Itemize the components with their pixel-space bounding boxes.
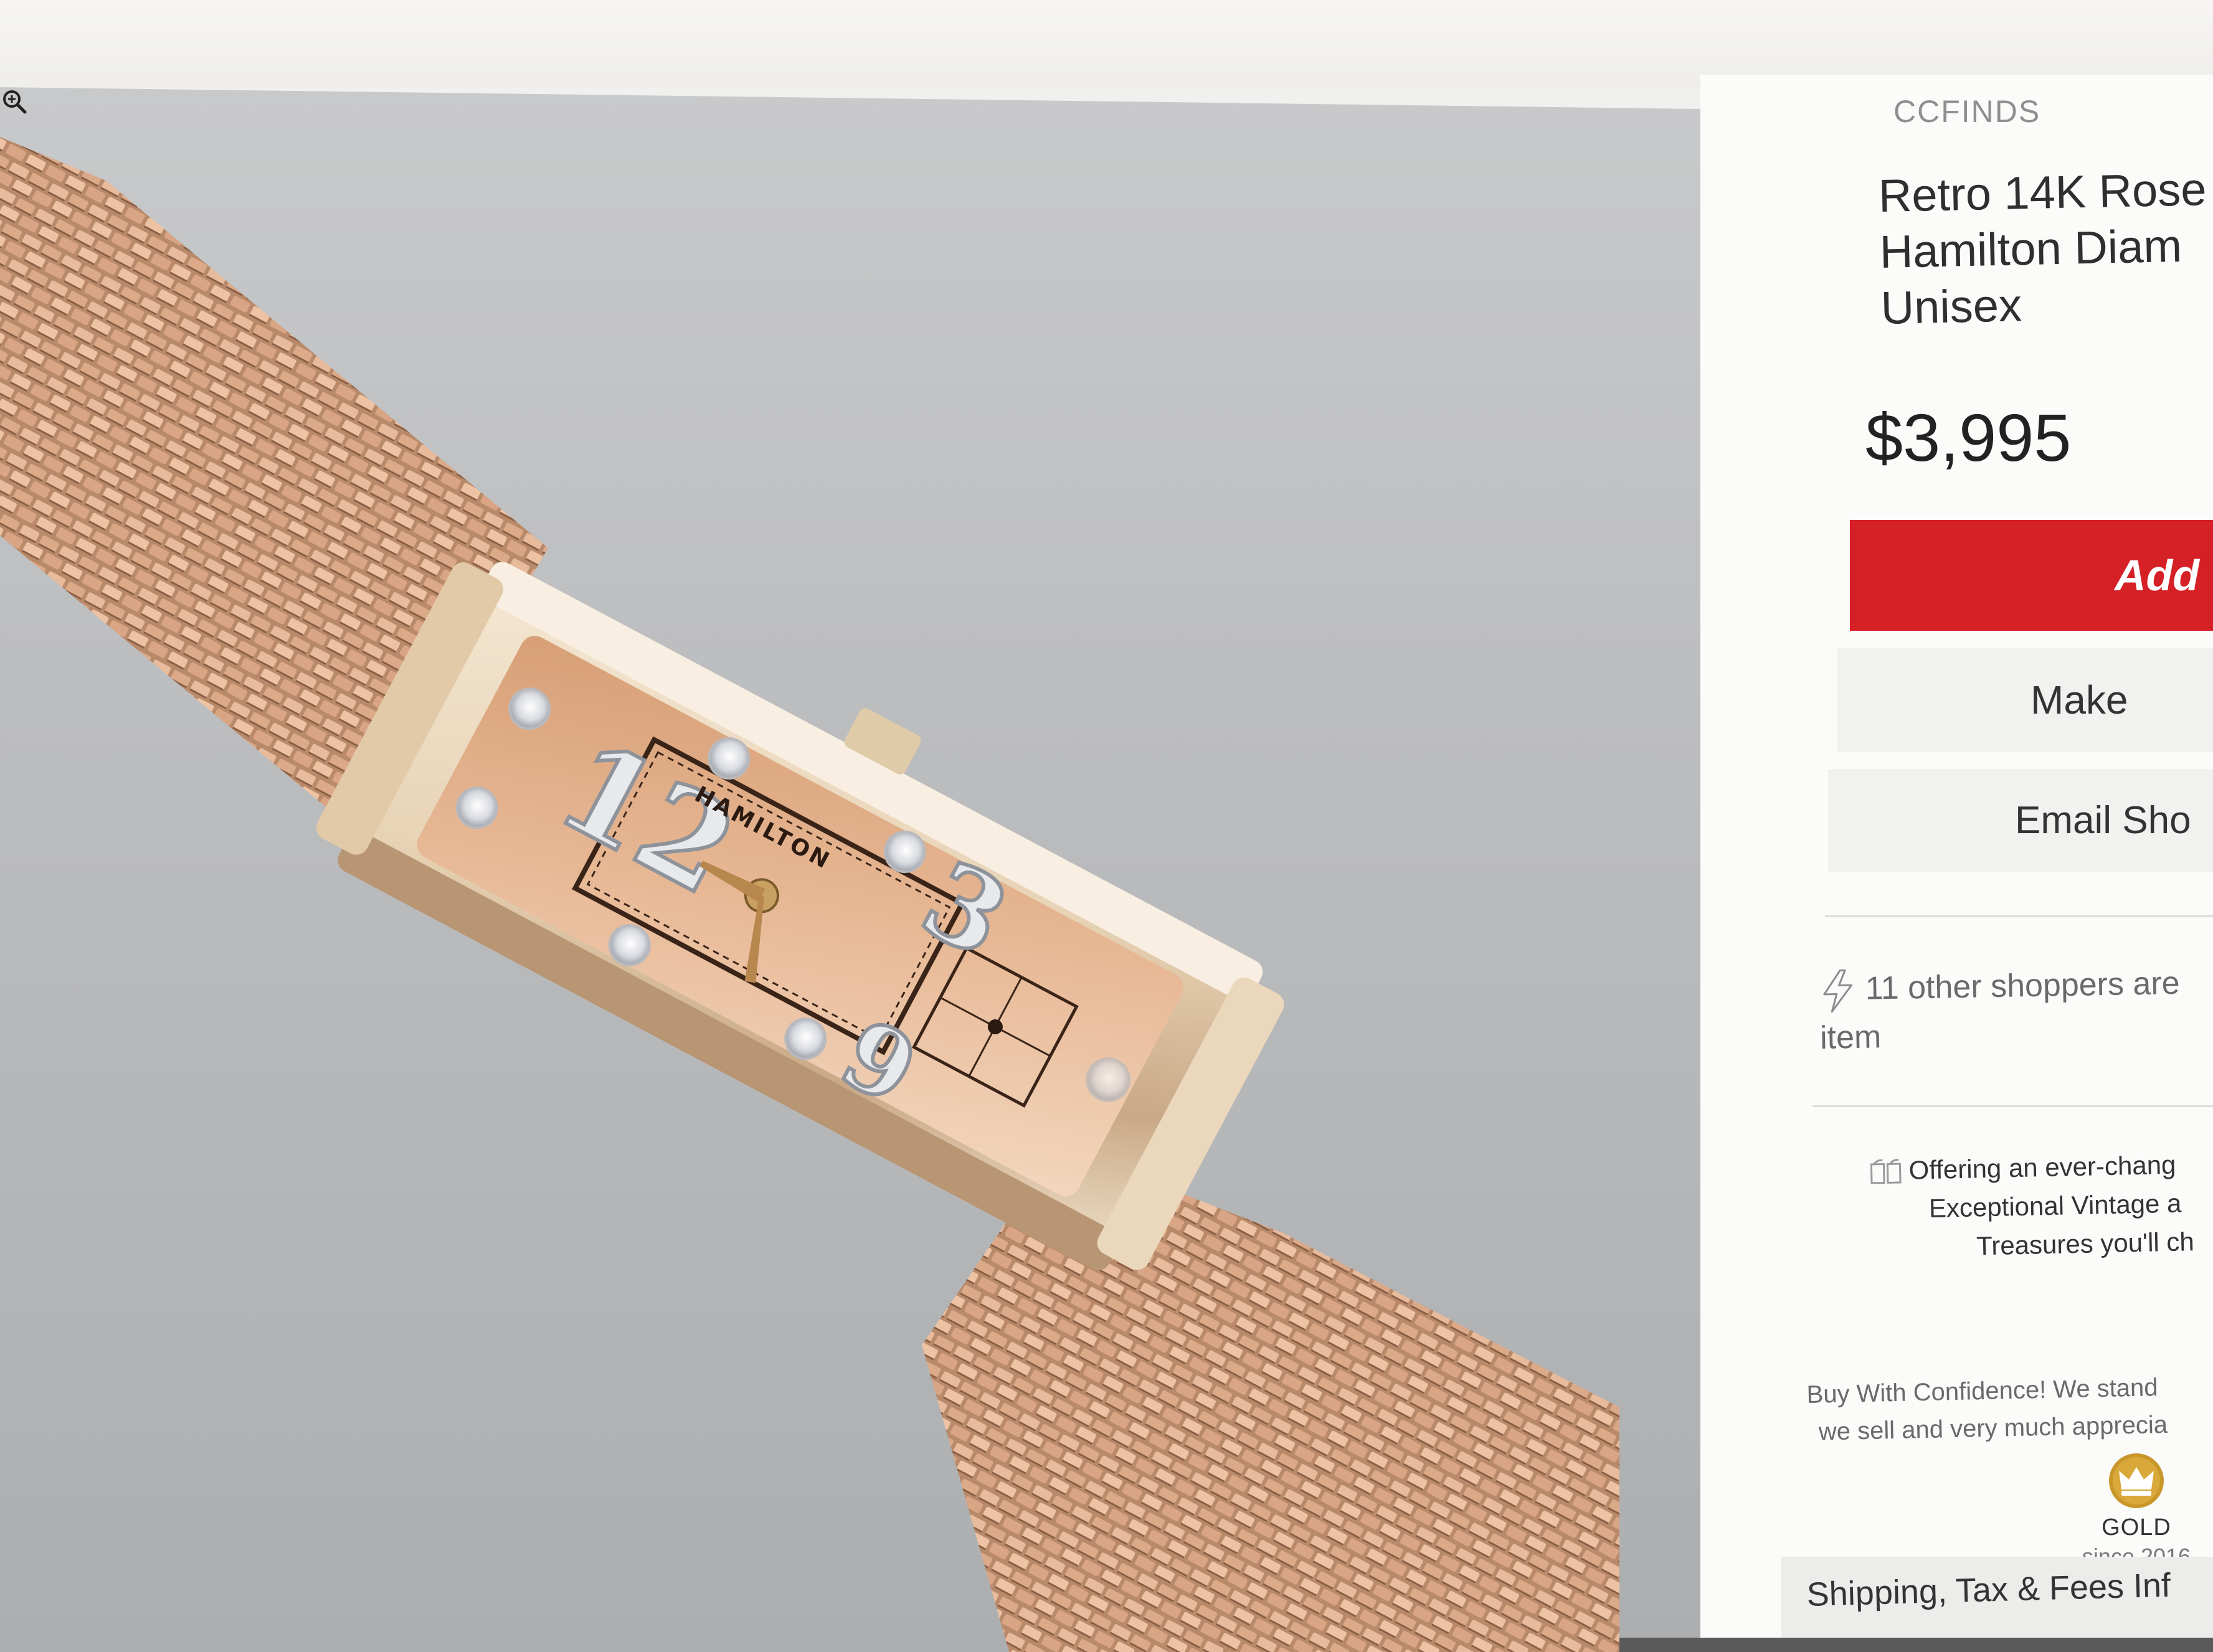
- divider: [1813, 1105, 2213, 1107]
- taskbar-edge: [1619, 1638, 2213, 1652]
- product-title-line-1: Retro 14K Rose: [1878, 163, 2207, 222]
- shop-name-link[interactable]: CCFINDS: [1893, 93, 2040, 130]
- badge-title: GOLD: [2102, 1514, 2171, 1541]
- shop-tagline-line-2: Exceptional Vintage a: [1928, 1188, 2182, 1223]
- watch-photo: 12 3 9 HAMILTON: [0, 137, 1619, 1652]
- shoppers-notice-line-2: item: [1819, 1019, 1882, 1056]
- gold-seller-badge: GOLD since 2016: [2074, 1389, 2199, 1570]
- shop-tagline-line-3: Treasures you'll ch: [1976, 1227, 2195, 1261]
- add-to-cart-button[interactable]: Add t: [1850, 520, 2213, 631]
- make-an-offer-button[interactable]: Make: [1837, 648, 2213, 752]
- product-image[interactable]: 12 3 9 HAMILTON: [0, 87, 1700, 1652]
- email-shop-label: Email Sho: [2015, 799, 2191, 842]
- shop-tagline: Offering an ever-chang Exceptional Vinta…: [1869, 1145, 2194, 1268]
- shop-tagline-line-1: Offering an ever-chang: [1908, 1149, 2176, 1185]
- zoom-in-icon[interactable]: [0, 87, 29, 116]
- browser-screen: 12 3 9 HAMILTON CCFINDS Retro 14K Rose H…: [0, 0, 2213, 1652]
- quote-icon: [1870, 1159, 1902, 1184]
- crown-icon: [2109, 1453, 2164, 1508]
- shoppers-notice-line-1: 11 other shoppers are: [1865, 965, 2181, 1007]
- shoppers-notice: 11 other shoppers are item: [1819, 959, 2181, 1062]
- lightning-bolt-icon: [1823, 970, 1853, 1013]
- product-info-panel: CCFINDS Retro 14K Rose Hamilton Diam Uni…: [1700, 75, 2213, 1652]
- product-title: Retro 14K Rose Hamilton Diam Unisex: [1878, 161, 2209, 336]
- product-price: $3,995: [1865, 400, 2072, 475]
- email-shop-button[interactable]: Email Sho: [1828, 769, 2213, 872]
- product-title-line-3: Unisex: [1880, 279, 2022, 334]
- make-an-offer-label: Make: [2031, 677, 2128, 722]
- divider: [1825, 915, 2213, 917]
- page-top-area: [0, 0, 2213, 87]
- product-title-line-2: Hamilton Diam: [1879, 219, 2182, 278]
